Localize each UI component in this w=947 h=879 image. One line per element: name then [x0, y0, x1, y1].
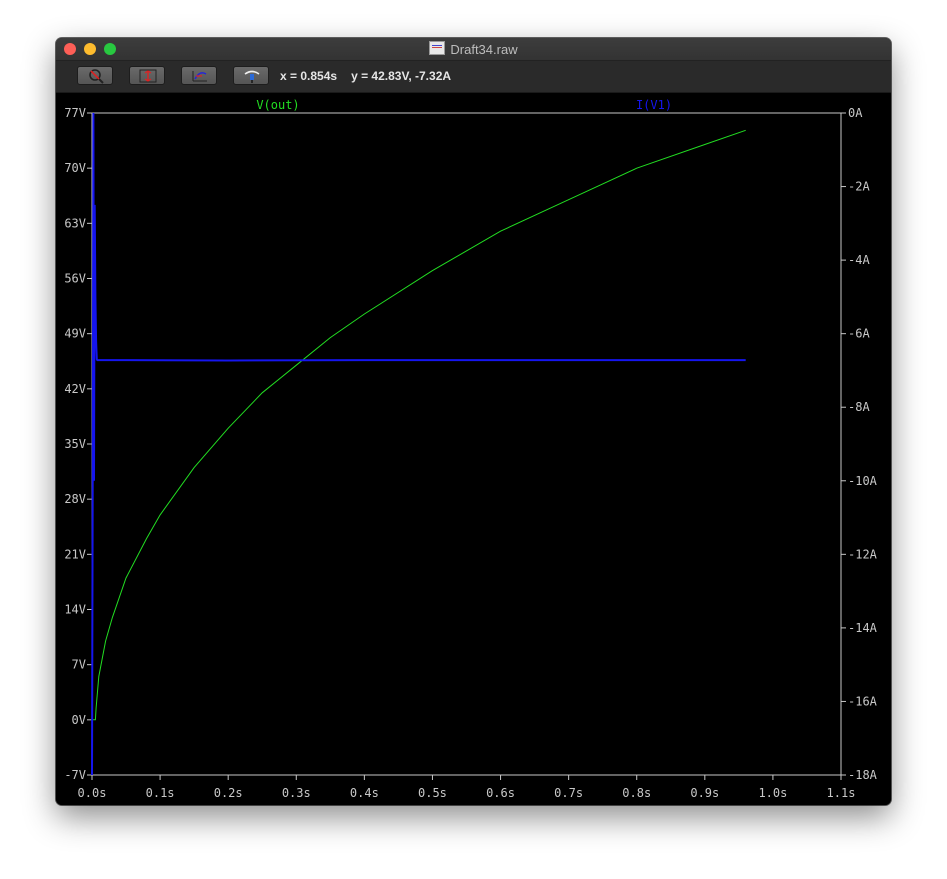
series-label-1: I(V1): [636, 98, 672, 112]
x-tick-label: 1.1s: [827, 786, 856, 800]
toolbar: x = 0.854s y = 42.83V, -7.32A: [56, 61, 891, 93]
right-tick-label: -12A: [848, 547, 878, 561]
left-tick-label: 21V: [64, 547, 86, 561]
right-tick-label: -14A: [848, 621, 878, 635]
plot-frame: [91, 112, 842, 776]
right-tick-label: -8A: [848, 400, 870, 414]
waveform-window: Draft34.raw x = 0.854s y = 42.83V, -7.32…: [56, 38, 891, 805]
x-tick-label: 0.9s: [690, 786, 719, 800]
window-title: Draft34.raw: [56, 41, 891, 57]
x-tick-label: 0.8s: [622, 786, 651, 800]
series-line-0: [92, 129, 746, 721]
x-tick-label: 0.2s: [214, 786, 243, 800]
x-tick-label: 1.0s: [758, 786, 787, 800]
title-bar[interactable]: Draft34.raw: [56, 38, 891, 61]
window-title-text: Draft34.raw: [450, 42, 518, 57]
waveform-chart[interactable]: 0.0s 0.1s 0.2s 0.3s 0.4s 0.5s 0.6s 0.7s 0.8s 0.9s…: [56, 93, 891, 805]
left-tick-label: 28V: [64, 492, 86, 506]
left-tick-label: 63V: [64, 216, 86, 230]
right-tick-label: -4A: [848, 253, 870, 267]
x-tick-label: 0.1s: [146, 786, 175, 800]
x-tick-label: 0.5s: [418, 786, 447, 800]
right-tick-label: -16A: [848, 694, 878, 708]
right-tick-label: -6A: [848, 327, 870, 341]
zoom-cancel-icon: [89, 69, 104, 84]
x-tick-label: 0.6s: [486, 786, 515, 800]
left-tick-label: -7V: [64, 768, 86, 782]
left-tick-label: 14V: [64, 603, 86, 617]
cursor-y-readout: y = 42.83V, -7.32A: [351, 69, 452, 83]
plot-pane[interactable]: 0.0s 0.1s 0.2s 0.3s 0.4s 0.5s 0.6s 0.7s 0.8s 0.9s…: [56, 93, 891, 805]
left-tick-label: 35V: [64, 437, 86, 451]
x-tick-label: 0.4s: [350, 786, 379, 800]
series-label-0: V(out): [256, 98, 299, 112]
right-tick-label: -18A: [848, 768, 878, 782]
left-tick-label: 49V: [64, 327, 86, 341]
right-tick-label: -2A: [848, 180, 870, 194]
left-tick-label: 77V: [64, 106, 86, 120]
cursor-readout: x = 0.854s y = 42.83V, -7.32A: [280, 69, 465, 83]
x-tick-label: 0.0s: [78, 786, 107, 800]
autorange-y-button[interactable]: [129, 66, 165, 85]
left-tick-label: 42V: [64, 382, 86, 396]
probe-icon: [244, 70, 260, 83]
left-tick-label: 70V: [64, 161, 86, 175]
series-line-1: [91, 112, 746, 776]
probe-button[interactable]: [233, 66, 269, 85]
right-tick-label: 0A: [848, 106, 863, 120]
left-tick-label: 0V: [72, 713, 86, 727]
waveform-file-icon: [429, 41, 446, 55]
x-tick-label: 0.7s: [554, 786, 583, 800]
right-tick-label: -10A: [848, 474, 878, 488]
cursor-x-readout: x = 0.854s: [280, 69, 338, 83]
pan-button[interactable]: [181, 66, 217, 85]
x-tick-label: 0.3s: [282, 786, 311, 800]
left-tick-label: 7V: [72, 658, 86, 672]
autorange-icon: [139, 69, 157, 83]
left-tick-label: 56V: [64, 272, 86, 286]
pan-icon: [192, 71, 207, 82]
zoom-fit-button[interactable]: [77, 66, 113, 85]
